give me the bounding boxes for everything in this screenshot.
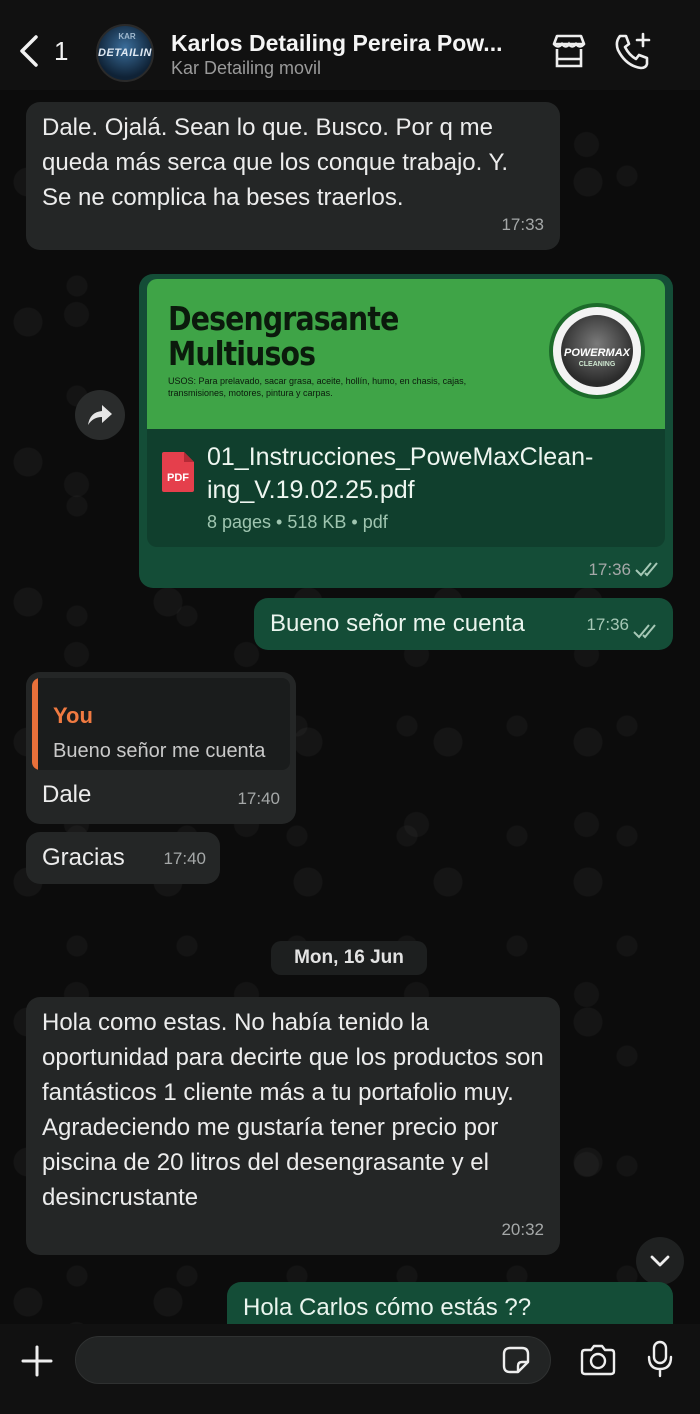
scroll-to-bottom-button[interactable] (636, 1237, 684, 1285)
svg-text:PDF: PDF (167, 472, 189, 484)
contact-name[interactable]: Karlos Detailing Pereira Pow... (171, 30, 536, 57)
message-time: 17:40 (237, 789, 280, 808)
message-input[interactable] (75, 1336, 551, 1384)
outgoing-document-message[interactable]: Desengrasante Multiusos USOS: Para prela… (139, 274, 673, 588)
pdf-file-icon: PDF (162, 452, 194, 492)
quote-accent-bar (32, 678, 38, 770)
contact-subtitle: Kar Detailing movil (171, 58, 322, 78)
incoming-message[interactable]: Gracias 17:40 (26, 832, 220, 884)
microphone-icon[interactable] (646, 1340, 674, 1378)
incoming-reply-message[interactable]: You Bueno señor me cuenta Dale 17:40 (26, 672, 296, 824)
chat-header: 1 KAR DETAILING Karlos Detailing Pereira… (0, 0, 700, 90)
message-time: 17:40 (163, 849, 206, 868)
chevron-down-icon (650, 1255, 670, 1267)
preview-heading: Desengrasante Multiusos (168, 299, 399, 373)
message-time: 20:32 (501, 1220, 544, 1239)
outgoing-message[interactable]: Bueno señor me cuenta 17:36 (254, 598, 673, 650)
file-name: 01_Instrucciones_PoweMaxClean-ing_V.19.0… (207, 443, 594, 504)
back-button[interactable]: 1 (18, 34, 68, 68)
sticker-icon[interactable] (500, 1344, 532, 1376)
quoted-message[interactable]: You Bueno señor me cuenta (32, 678, 290, 770)
read-ticks-icon (633, 624, 656, 639)
quote-text: Bueno señor me cuenta (53, 740, 266, 762)
message-text: Bueno señor me cuenta (270, 610, 525, 637)
message-text: Hola como estas. No había tenido la opor… (42, 1009, 544, 1211)
date-separator: Mon, 16 Jun (271, 941, 427, 975)
quote-author: You (53, 703, 93, 728)
contact-avatar[interactable]: KAR DETAILING (96, 24, 154, 82)
chevron-left-icon (20, 35, 38, 67)
document-info[interactable]: PDF 01_Instrucciones_PoweMaxClean-ing_V.… (147, 429, 665, 547)
forward-icon (88, 405, 112, 425)
message-text: Dale (42, 781, 92, 808)
read-ticks-icon (635, 562, 658, 577)
plus-icon[interactable] (20, 1344, 54, 1378)
powermax-logo: POWERMAX CLEANING (549, 303, 645, 399)
message-text: Gracias (42, 844, 125, 871)
message-text: Dale. Ojalá. Sean lo que. Busco. Por q m… (42, 114, 509, 211)
composer-bar (0, 1324, 700, 1414)
document-preview[interactable]: Desengrasante Multiusos USOS: Para prela… (147, 279, 665, 429)
unread-count: 1 (54, 35, 69, 66)
store-icon[interactable] (550, 32, 588, 70)
message-time: 17:36 (586, 615, 629, 634)
message-time: 17:36 (588, 560, 631, 579)
incoming-message[interactable]: Hola como estas. No había tenido la opor… (26, 997, 560, 1255)
file-meta: 8 pages • 518 KB • pdf (207, 512, 388, 532)
message-time: 17:33 (501, 215, 544, 234)
camera-icon[interactable] (579, 1344, 617, 1376)
incoming-message[interactable]: Dale. Ojalá. Sean lo que. Busco. Por q m… (26, 102, 560, 250)
preview-usage-text: USOS: Para prelavado, sacar grasa, aceit… (168, 376, 467, 398)
phone-add-icon[interactable] (612, 32, 654, 70)
message-text: Hola Carlos cómo estás ?? (243, 1294, 532, 1321)
forward-button[interactable] (75, 390, 125, 440)
